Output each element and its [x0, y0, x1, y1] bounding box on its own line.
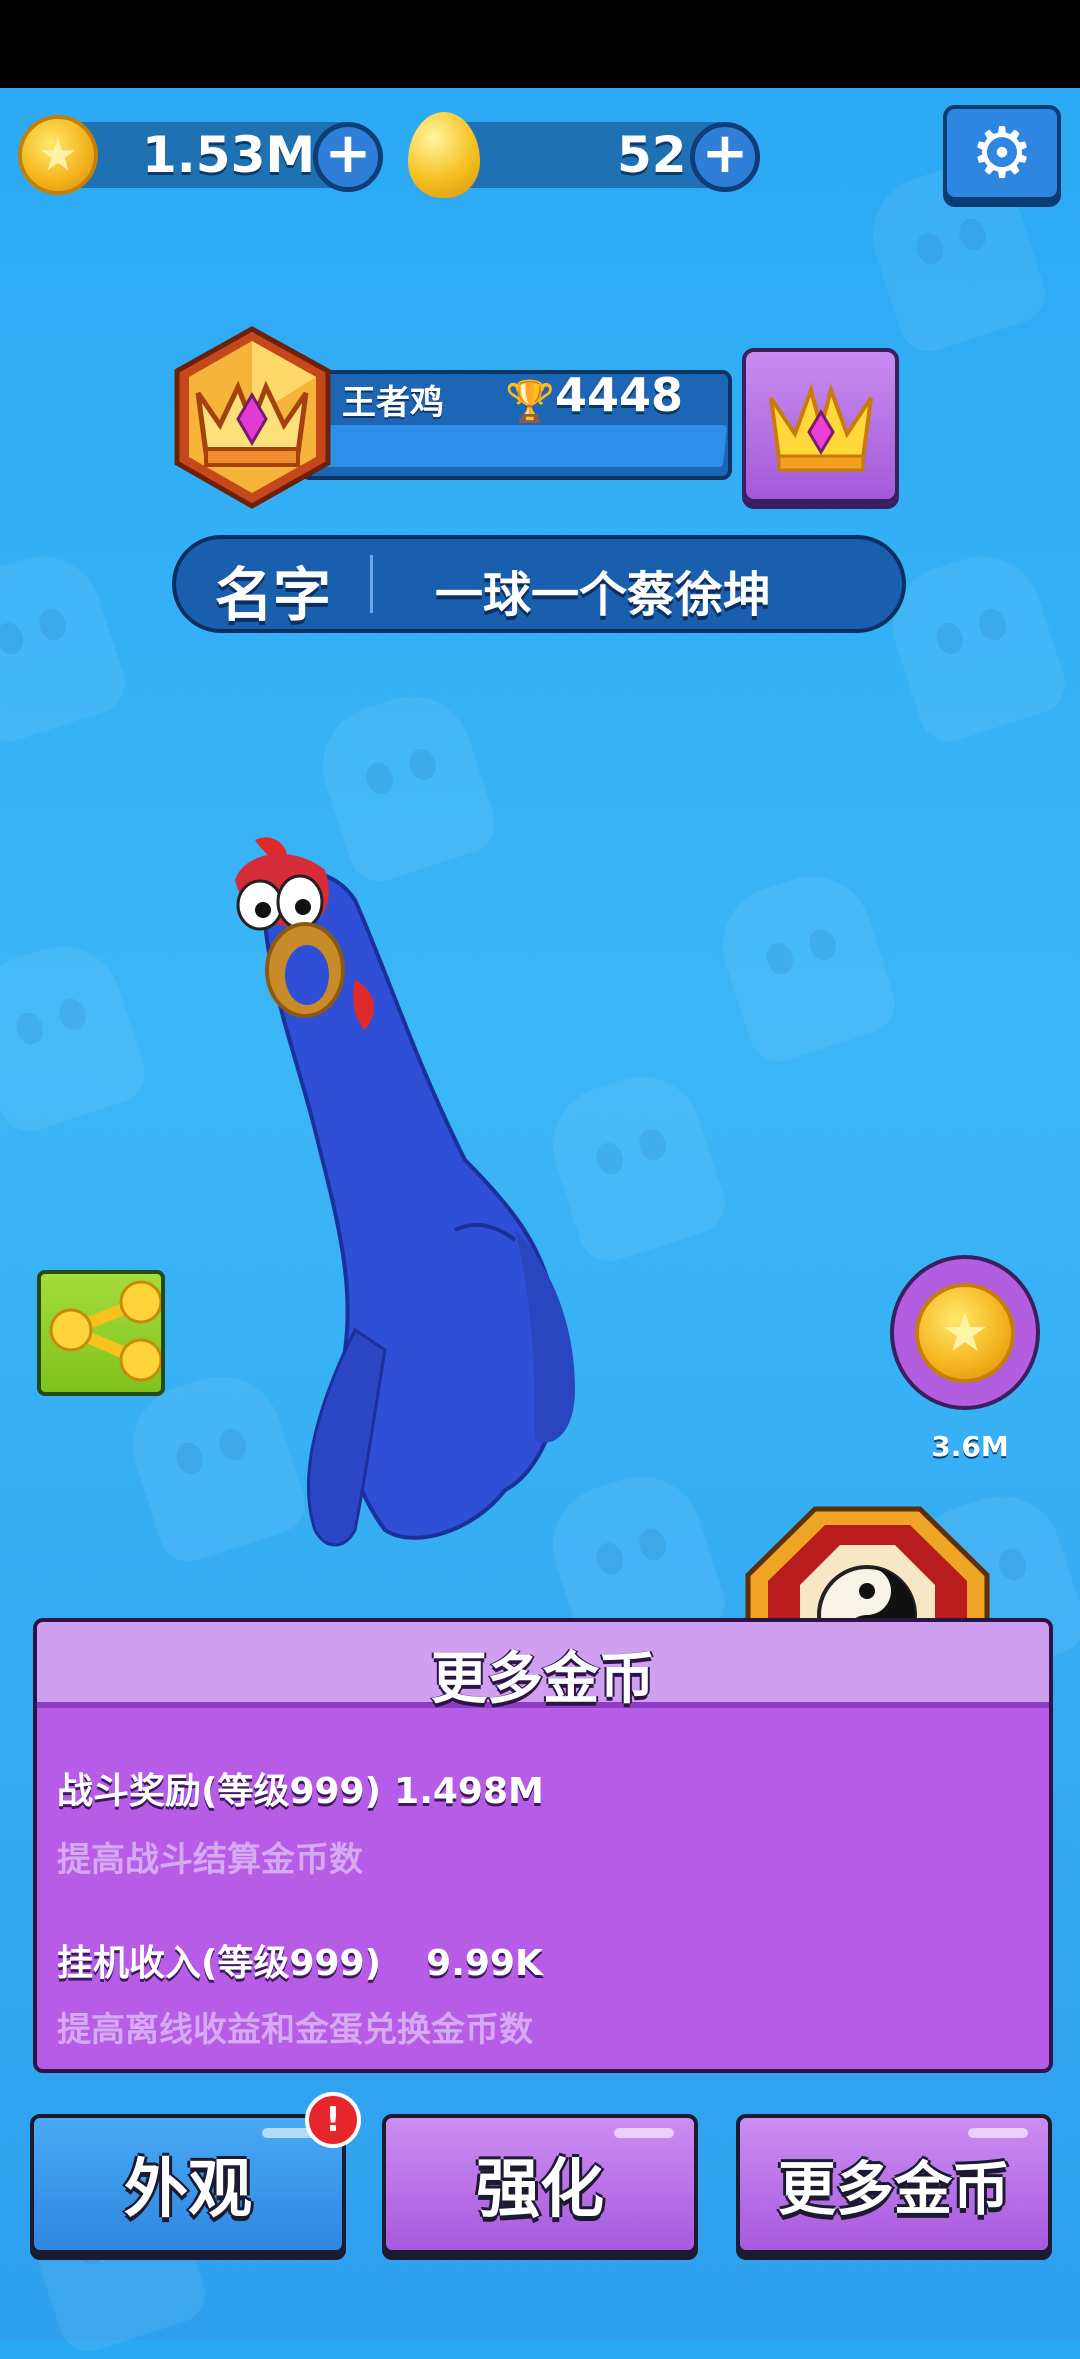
tab-appearance[interactable]: 外观: [30, 2114, 346, 2254]
name-divider: [370, 555, 373, 613]
add-coins-button[interactable]: +: [313, 122, 383, 192]
more-gold-panel: 更多金币 战斗奖励(等级999) 1.498M 提高战斗结算金币数 挂机收入(等…: [33, 1618, 1053, 2073]
tab-label: 强化: [476, 2153, 604, 2227]
trophy-count: 4448: [555, 368, 684, 422]
notification-badge: !: [305, 2092, 361, 2148]
stat-label: 挂机收入(等级999): [57, 1943, 382, 1984]
add-eggs-button[interactable]: +: [690, 122, 760, 192]
stat-value: 1.498M: [394, 1771, 544, 1812]
gear-icon: ⚙: [970, 112, 1034, 194]
gold-coin-icon: ★: [915, 1282, 1015, 1383]
plus-icon: +: [701, 121, 749, 186]
stat-value: 9.99K: [426, 1943, 543, 1984]
tab-label: 更多金币: [777, 2155, 1010, 2223]
eggs-value: 52: [617, 126, 687, 184]
rank-rewards-button[interactable]: [742, 348, 899, 503]
coins-value: 1.53M: [142, 126, 316, 184]
trophy-icon: 🏆: [505, 379, 555, 425]
gold-coin-icon: ★: [18, 115, 98, 195]
stat-description: 提高战斗结算金币数: [57, 1840, 363, 1880]
tab-upgrade[interactable]: 强化: [382, 2114, 698, 2254]
idle-coins-value: 3.6M: [931, 1430, 1009, 1463]
plus-icon: +: [324, 121, 372, 186]
chicken-character: [235, 837, 575, 1547]
panel-title: 更多金币: [431, 1647, 655, 1712]
stat-label: 战斗奖励(等级999): [57, 1771, 382, 1812]
settings-button[interactable]: ⚙: [943, 105, 1061, 201]
stat-description: 提高离线收益和金蛋兑换金币数: [57, 2010, 533, 2050]
player-name-value[interactable]: 一球一个蔡徐坤: [435, 555, 771, 625]
rank-title: 王者鸡: [342, 383, 444, 423]
share-icon: [49, 1280, 163, 1382]
tab-label: 外观: [124, 2153, 252, 2227]
stat-idle-income: 挂机收入(等级999) 9.99K: [57, 1934, 543, 1986]
share-button[interactable]: [37, 1270, 165, 1396]
stat-battle-reward: 战斗奖励(等级999) 1.498M: [57, 1762, 544, 1814]
status-bar: [0, 0, 1080, 88]
tab-more-gold[interactable]: 更多金币: [736, 2114, 1052, 2254]
crown-icon: [768, 382, 873, 471]
name-label: 名字: [215, 561, 332, 629]
idle-coins-button[interactable]: ★: [890, 1255, 1040, 1410]
bagua-icon[interactable]: [745, 1505, 990, 1625]
rank-badge-icon[interactable]: [170, 325, 335, 510]
rank-progress-bar: [317, 425, 728, 467]
